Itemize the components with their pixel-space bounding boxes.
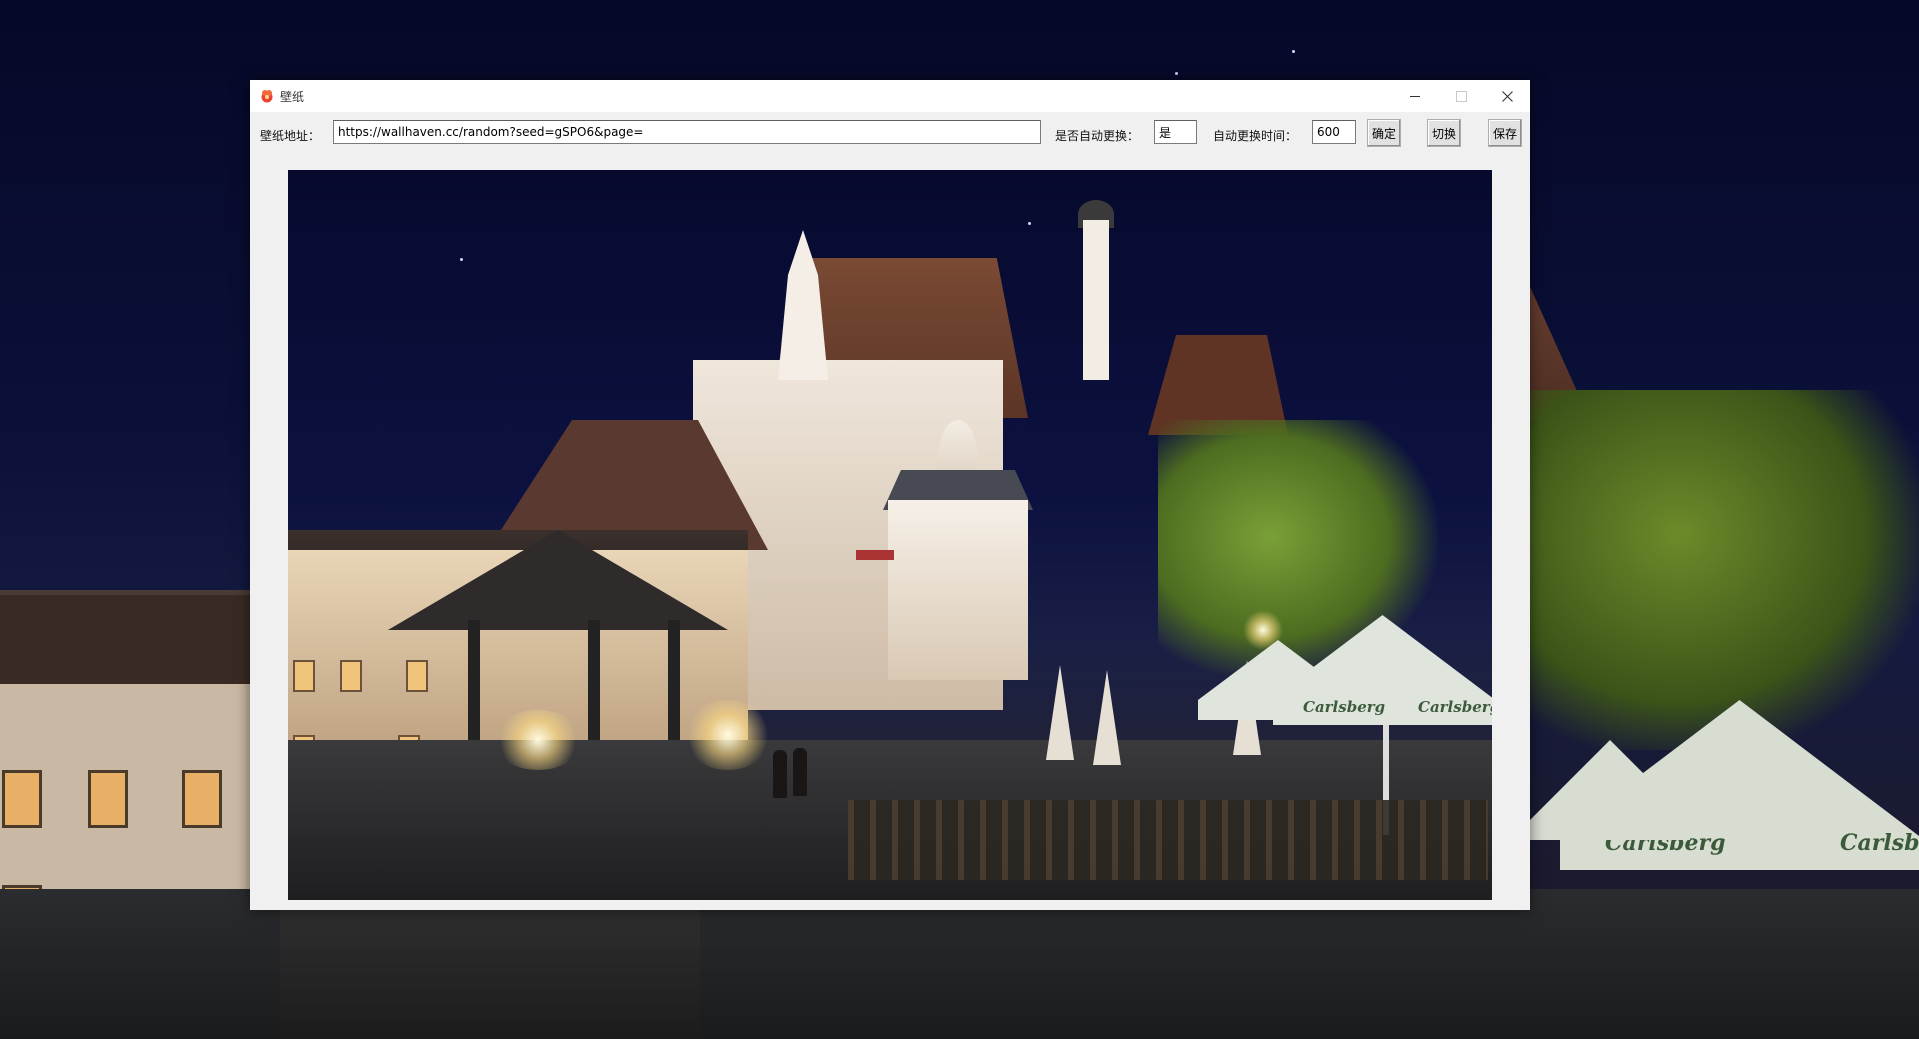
window-title: 壁纸 xyxy=(280,90,305,104)
url-input[interactable] xyxy=(333,120,1041,144)
preview-light xyxy=(493,710,583,770)
save-button[interactable]: 保存 xyxy=(1488,119,1522,147)
wallpaper-window xyxy=(182,770,222,828)
preview-person xyxy=(773,750,787,798)
wallpaper-pavilion xyxy=(280,905,700,1039)
preview-fence xyxy=(848,800,1488,880)
maximize-button[interactable] xyxy=(1438,80,1484,112)
confirm-button[interactable]: 确定 xyxy=(1367,119,1401,147)
preview-sign xyxy=(856,550,894,560)
maximize-icon xyxy=(1455,90,1467,102)
preview-star xyxy=(460,258,463,261)
minimize-icon xyxy=(1410,95,1420,97)
switch-button[interactable]: 切换 xyxy=(1427,119,1461,147)
title-bar[interactable]: 壁纸 xyxy=(250,80,1530,112)
wallpaper-star xyxy=(1175,72,1178,75)
minimize-button[interactable] xyxy=(1392,80,1438,112)
url-label: 壁纸地址： xyxy=(260,129,321,143)
wallpaper-star xyxy=(1292,50,1295,53)
wallpaper-preview-image: Carlsberg Carlsberg xyxy=(288,170,1492,900)
close-button[interactable] xyxy=(1484,80,1530,112)
preview-light xyxy=(683,700,773,770)
auto-change-input[interactable] xyxy=(1154,120,1197,144)
preview-window xyxy=(406,660,428,692)
preview-chapel xyxy=(888,500,1028,680)
preview-window xyxy=(293,660,315,692)
app-icon xyxy=(261,90,273,103)
preview-person xyxy=(793,748,807,796)
preview-window xyxy=(340,660,362,692)
preview-umbrella-brand: Carlsberg xyxy=(1303,698,1386,716)
close-icon xyxy=(1501,90,1513,102)
preview-star xyxy=(1028,222,1031,225)
auto-change-label: 是否自动更换： xyxy=(1055,129,1140,143)
wallpaper-umbrella-brand: Carlsberg xyxy=(1840,830,1919,856)
preview-umbrella-brand: Carlsberg xyxy=(1418,698,1492,716)
wallpaper-app-window: 壁纸 壁纸地址： 是否自动更换： 自动更换时间： 确定 切换 保存 xyxy=(250,80,1530,910)
preview-pavilion-post xyxy=(588,620,600,740)
wallpaper-window xyxy=(88,770,128,828)
preview-pavilion-post xyxy=(468,620,480,740)
interval-label: 自动更换时间： xyxy=(1213,129,1298,143)
preview-pavilion-post xyxy=(668,620,680,740)
wallpaper-trees xyxy=(1519,390,1919,750)
wallpaper-window xyxy=(2,770,42,828)
interval-input[interactable] xyxy=(1312,120,1356,144)
preview-tower xyxy=(1083,220,1109,380)
